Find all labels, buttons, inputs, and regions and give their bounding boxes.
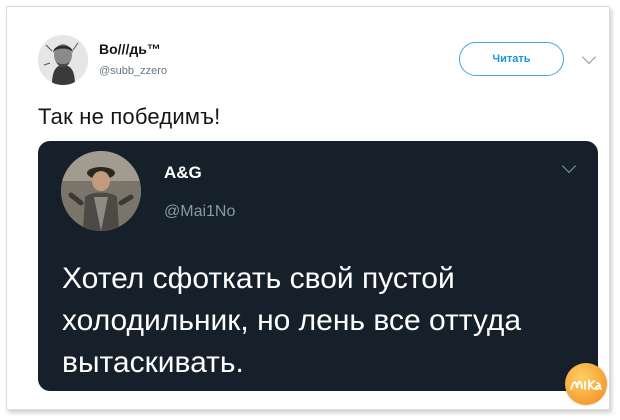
author-name[interactable]: Во///дь™: [99, 41, 161, 57]
quoted-author-handle[interactable]: @Mai1No: [164, 203, 235, 221]
quoted-author-name[interactable]: A&G: [164, 163, 202, 183]
quoted-tweet-card[interactable]: A&G @Mai1No Хотел сфоткать свой пустой х…: [38, 141, 598, 391]
quoted-tweet-text: Хотел сфоткать свой пустой холодильник, …: [62, 262, 522, 379]
avatar-engraving-icon: [38, 35, 88, 85]
quoted-author-avatar[interactable]: [61, 151, 141, 231]
avatar-photo-icon: [61, 151, 141, 231]
chevron-down-icon[interactable]: [581, 49, 597, 65]
follow-button[interactable]: Читать: [459, 42, 564, 76]
tweet-text: Так не победимъ!: [38, 104, 221, 129]
watermark-logo-icon: [570, 379, 602, 390]
author-handle[interactable]: @subb_zzero: [99, 65, 167, 77]
watermark-logo: [565, 363, 607, 405]
tweet-screenshot: Во///дь™ @subb_zzero Читать Так не побед…: [6, 6, 610, 410]
chevron-down-icon[interactable]: [561, 158, 577, 174]
author-avatar[interactable]: [38, 35, 88, 85]
